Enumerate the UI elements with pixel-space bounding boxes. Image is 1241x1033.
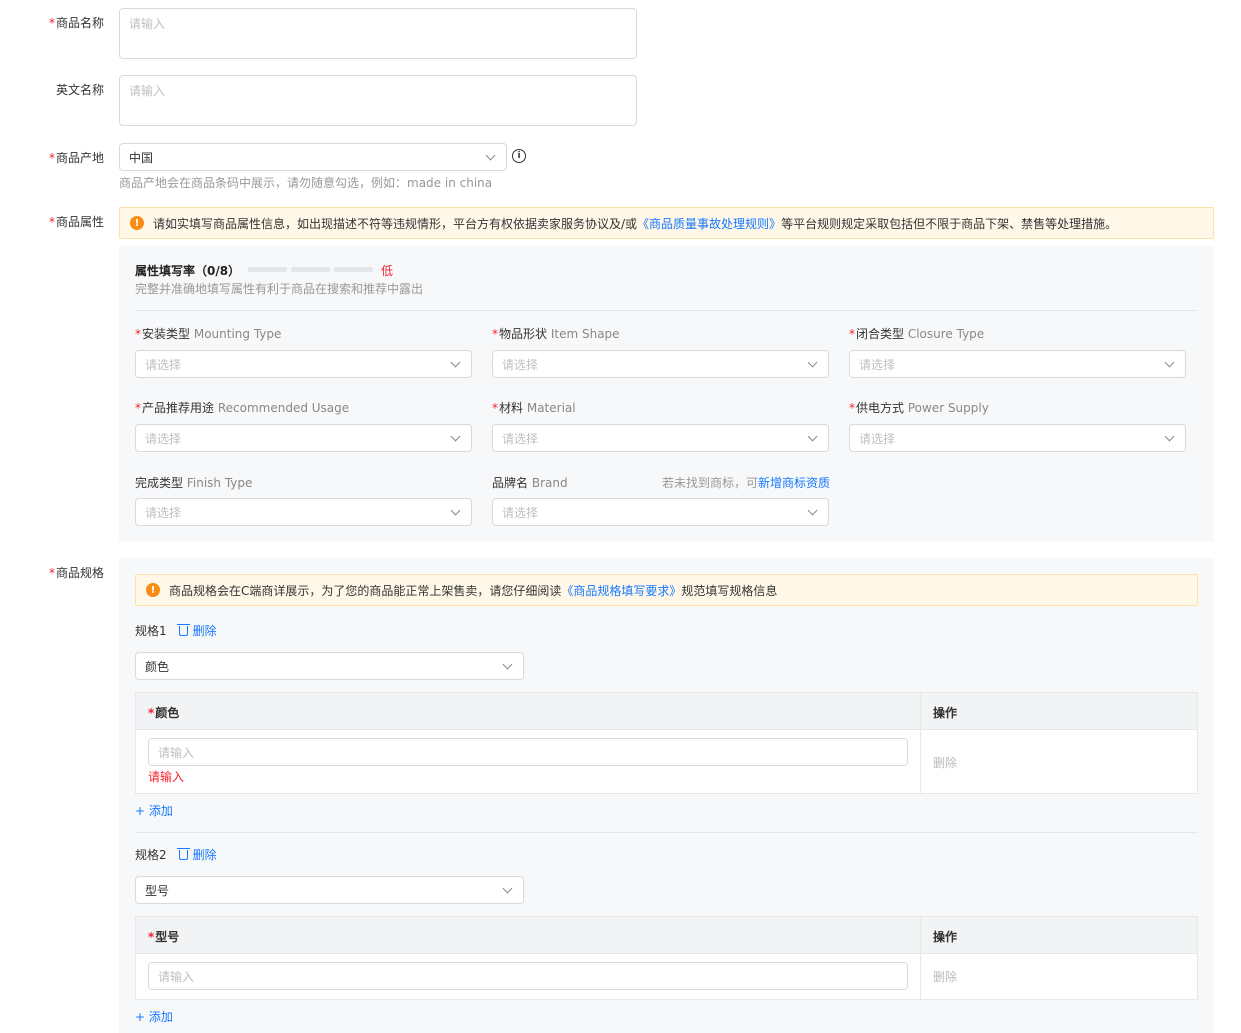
origin-select[interactable]: 中国	[119, 143, 507, 171]
origin-hint: 商品产地会在商品条码中展示，请勿随意勾选，例如：made in china	[119, 176, 493, 190]
fill-rate-bar-3	[334, 267, 373, 272]
info-icon[interactable]: i	[512, 149, 526, 163]
spec-1-table: *颜色 操作 请输入 请输入 删除	[135, 692, 1198, 794]
english-name-label: 英文名称	[55, 83, 104, 97]
closure-type-select[interactable]: 请选择	[849, 350, 1186, 378]
spec-1-delete-button[interactable]: 删除	[176, 622, 217, 639]
spec-1-op-header: 操作	[933, 706, 958, 720]
material-label: *材料 Material	[492, 401, 576, 415]
power-supply-select[interactable]: 请选择	[849, 424, 1186, 452]
brand-hint: 若未找到商标，可新增商标资质	[662, 476, 831, 490]
spec-requirements-link[interactable]: 《商品规格填写要求》	[561, 582, 681, 599]
product-name-input[interactable]: 请输入	[119, 8, 637, 59]
recommended-usage-label: *产品推荐用途 Recommended Usage	[135, 401, 350, 415]
chevron-down-icon	[807, 357, 818, 367]
fill-rate-bar-2	[291, 267, 330, 272]
specs-alert-text: 商品规格会在C端商详展示，为了您的商品能正常上架售卖，请您仔细阅读	[169, 583, 562, 598]
spec-2-value-input[interactable]: 请输入	[148, 962, 908, 990]
chevron-down-icon	[485, 150, 496, 160]
chevron-down-icon	[450, 357, 461, 367]
recommended-usage-select[interactable]: 请选择	[135, 424, 472, 452]
origin-value: 中国	[129, 150, 154, 165]
spec-2-row-delete[interactable]: 删除	[933, 968, 957, 985]
material-select[interactable]: 请选择	[492, 424, 829, 452]
english-name-input[interactable]: 请输入	[119, 75, 637, 126]
chevron-down-icon	[450, 505, 461, 515]
add-trademark-link[interactable]: 新增商标资质	[758, 476, 830, 490]
specs-label: *商品规格	[48, 566, 104, 580]
english-name-placeholder: 请输入	[129, 84, 166, 98]
item-shape-select[interactable]: 请选择	[492, 350, 829, 378]
fill-rate-hint: 完整并准确地填写属性有利于商品在搜索和推荐中露出	[135, 282, 424, 296]
attributes-label: *商品属性	[48, 215, 104, 229]
chevron-down-icon	[502, 883, 513, 893]
attributes-alert: ! 请如实填写商品属性信息，如出现描述不符等违规情形，平台方有权依据卖家服务协议…	[119, 207, 1214, 239]
brand-select[interactable]: 请选择	[492, 498, 829, 526]
specs-alert: ! 商品规格会在C端商详展示，为了您的商品能正常上架售卖，请您仔细阅读 《商品规格…	[135, 574, 1198, 606]
quality-rules-link[interactable]: 《商品质量事故处理规则》	[637, 215, 781, 232]
spec-1-table-header: *颜色 操作	[136, 693, 1197, 730]
product-name-placeholder: 请输入	[129, 17, 166, 31]
mounting-type-select[interactable]: 请选择	[135, 350, 472, 378]
spec-1-add-button[interactable]: + 添加	[135, 802, 173, 819]
product-name-label: *商品名称	[48, 16, 104, 30]
spec-2-delete-button[interactable]: 删除	[176, 846, 217, 863]
origin-label: *商品产地	[48, 151, 104, 165]
spec-2-title: 规格2 删除	[135, 846, 217, 863]
power-supply-label: *供电方式 Power Supply	[849, 401, 989, 415]
attributes-alert-text-tail: 等平台规则规定采取包括但不限于商品下架、禁售等处理措施。	[781, 216, 1118, 231]
trash-icon	[176, 623, 190, 636]
chevron-down-icon	[1164, 431, 1175, 441]
fill-rate-level: 低	[381, 264, 394, 278]
spec-1-value-input[interactable]: 请输入	[148, 738, 908, 766]
spec-2-select[interactable]: 型号	[135, 876, 524, 904]
mounting-type-label: *安装类型 Mounting Type	[135, 327, 282, 341]
finish-type-label: 完成类型 Finish Type	[135, 476, 253, 490]
finish-type-select[interactable]: 请选择	[135, 498, 472, 526]
spec-1-error: 请输入	[148, 770, 185, 784]
item-shape-label: *物品形状 Item Shape	[492, 327, 620, 341]
spec-2-table-header: *型号 操作	[136, 917, 1197, 954]
chevron-down-icon	[807, 431, 818, 441]
spec-1-select[interactable]: 颜色	[135, 652, 524, 680]
spec-2-add-button[interactable]: + 添加	[135, 1008, 173, 1025]
spec-1-column-header: *颜色	[148, 706, 180, 720]
closure-type-label: *闭合类型 Closure Type	[849, 327, 985, 341]
spec-2-table: *型号 操作 请输入 删除	[135, 916, 1198, 1000]
attributes-alert-text: 请如实填写商品属性信息，如出现描述不符等违规情形，平台方有权依据卖家服务协议及/…	[153, 216, 638, 231]
attributes-divider	[135, 310, 1198, 311]
spec-2-op-header: 操作	[933, 930, 958, 944]
chevron-down-icon	[807, 505, 818, 515]
trash-icon	[176, 847, 190, 860]
fill-rate-title: 属性填写率（0/8）	[135, 264, 241, 278]
warning-icon: !	[146, 583, 160, 597]
spec-2-column-header: *型号	[148, 930, 180, 944]
warning-icon: !	[130, 216, 144, 230]
chevron-down-icon	[450, 431, 461, 441]
chevron-down-icon	[502, 659, 513, 669]
spec-1-row-delete[interactable]: 删除	[933, 754, 957, 771]
fill-rate-bar-1	[248, 267, 287, 272]
chevron-down-icon	[1164, 357, 1175, 367]
brand-label: 品牌名 Brand	[492, 476, 568, 490]
specs-divider	[135, 832, 1198, 833]
spec-1-title: 规格1 删除	[135, 622, 217, 639]
specs-alert-text-tail: 规范填写规格信息	[681, 583, 778, 598]
